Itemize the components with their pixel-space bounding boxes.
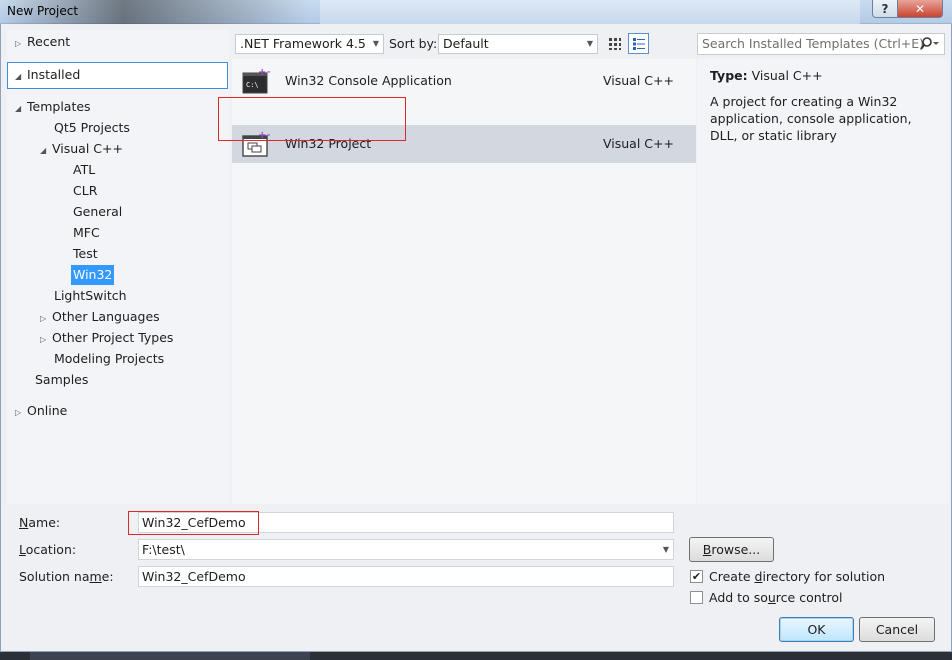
template-name: Win32 Console Application	[285, 73, 452, 88]
sort-by-label: Sort by:	[389, 36, 438, 51]
collapse-icon: ◢	[15, 72, 22, 81]
list-icon	[632, 37, 645, 50]
tree-item-mfc[interactable]: MFC	[73, 223, 100, 243]
tree-item-online[interactable]: ▷ Online	[15, 401, 67, 421]
tree-item-installed[interactable]: ◢ Installed	[15, 65, 80, 85]
tree-item-general[interactable]: General	[73, 202, 122, 222]
search-templates-input[interactable]: Search Installed Templates (Ctrl+E)	[697, 33, 945, 55]
cancel-button[interactable]: Cancel	[859, 617, 935, 642]
tree-item-lightswitch[interactable]: LightSwitch	[54, 286, 127, 306]
new-project-dialog: ▷ Recent ◢ Installed ◢ Templates Qt5 Projec…	[0, 24, 952, 652]
sort-dropdown[interactable]: Default ▼	[438, 34, 598, 54]
name-label: Name:	[19, 515, 61, 530]
tree-item-modeling-projects[interactable]: Modeling Projects	[54, 349, 164, 369]
close-button[interactable]: ✕	[897, 0, 943, 18]
ok-button[interactable]: OK	[779, 617, 854, 642]
template-tree: ▷ Recent ◢ Installed ◢ Templates Qt5 Projec…	[7, 30, 229, 504]
background-strip	[0, 652, 952, 660]
solution-name-input[interactable]: Win32_CefDemo	[138, 566, 674, 587]
title-glass	[320, 0, 860, 24]
framework-dropdown[interactable]: .NET Framework 4.5 ▼	[235, 34, 384, 54]
expand-icon: ▷	[15, 408, 22, 417]
tree-item-other-languages[interactable]: ▷ Other Languages	[40, 307, 160, 327]
collapse-icon: ◢	[40, 146, 47, 155]
template-info-pane: Type: Visual C++ A project for creating …	[697, 59, 949, 504]
grid-icon	[608, 37, 621, 50]
window-title: New Project	[7, 4, 79, 18]
template-description: A project for creating a Win32 applicati…	[710, 94, 912, 143]
svg-text:++: ++	[258, 67, 270, 78]
chevron-down-icon: ▼	[586, 39, 593, 48]
highlight-box-template	[218, 97, 406, 141]
checkbox-unchecked-icon	[690, 590, 703, 604]
template-language: Visual C++	[603, 73, 674, 88]
help-button[interactable]: ?	[872, 0, 898, 18]
tree-item-samples[interactable]: Samples	[35, 370, 88, 390]
collapse-icon: ◢	[15, 104, 22, 113]
location-label: Location:	[19, 542, 77, 557]
template-type: Type: Visual C++	[710, 68, 823, 83]
tree-item-clr[interactable]: CLR	[73, 181, 97, 201]
source-control-label: Add to source control	[709, 589, 843, 605]
expand-icon: ▷	[15, 39, 22, 48]
tree-item-qt5-projects[interactable]: Qt5 Projects	[54, 118, 130, 138]
tree-item-test[interactable]: Test	[73, 244, 98, 264]
chevron-down-icon[interactable]: ▼	[663, 540, 669, 559]
small-icons-view-button[interactable]	[604, 33, 625, 54]
checkbox-checked-icon: ✔	[690, 569, 703, 583]
browse-button[interactable]: Browse...	[689, 537, 774, 562]
tree-item-other-project-types[interactable]: ▷ Other Project Types	[40, 328, 173, 348]
tree-item-win32[interactable]: Win32	[71, 265, 115, 285]
tree-item-visual-cpp[interactable]: ◢ Visual C++	[40, 139, 123, 159]
solution-name-label: Solution name:	[19, 569, 114, 584]
create-directory-label: Create directory for solution	[709, 568, 886, 584]
console-app-icon: C:\ ++	[242, 67, 270, 94]
location-input[interactable]: F:\test\ ▼	[138, 539, 674, 560]
highlight-box-name	[128, 511, 259, 535]
tree-item-atl[interactable]: ATL	[73, 160, 95, 180]
list-view-button[interactable]	[628, 33, 649, 54]
chevron-down-icon: ▼	[372, 39, 379, 48]
tree-item-recent[interactable]: ▷ Recent	[15, 32, 70, 52]
expand-icon: ▷	[40, 314, 47, 323]
expand-icon: ▷	[40, 335, 47, 344]
tree-item-templates[interactable]: ◢ Templates	[15, 97, 91, 117]
title-bar: New Project ? ✕	[0, 0, 952, 24]
source-control-checkbox[interactable]: Add to source control	[690, 588, 843, 606]
template-row-console-app[interactable]: C:\ ++ Win32 Console Application Visual …	[232, 62, 696, 100]
search-icon[interactable]	[918, 34, 940, 60]
create-directory-checkbox[interactable]: ✔ Create directory for solution	[690, 567, 885, 585]
template-language: Visual C++	[603, 136, 674, 151]
svg-text:C:\: C:\	[246, 81, 259, 89]
